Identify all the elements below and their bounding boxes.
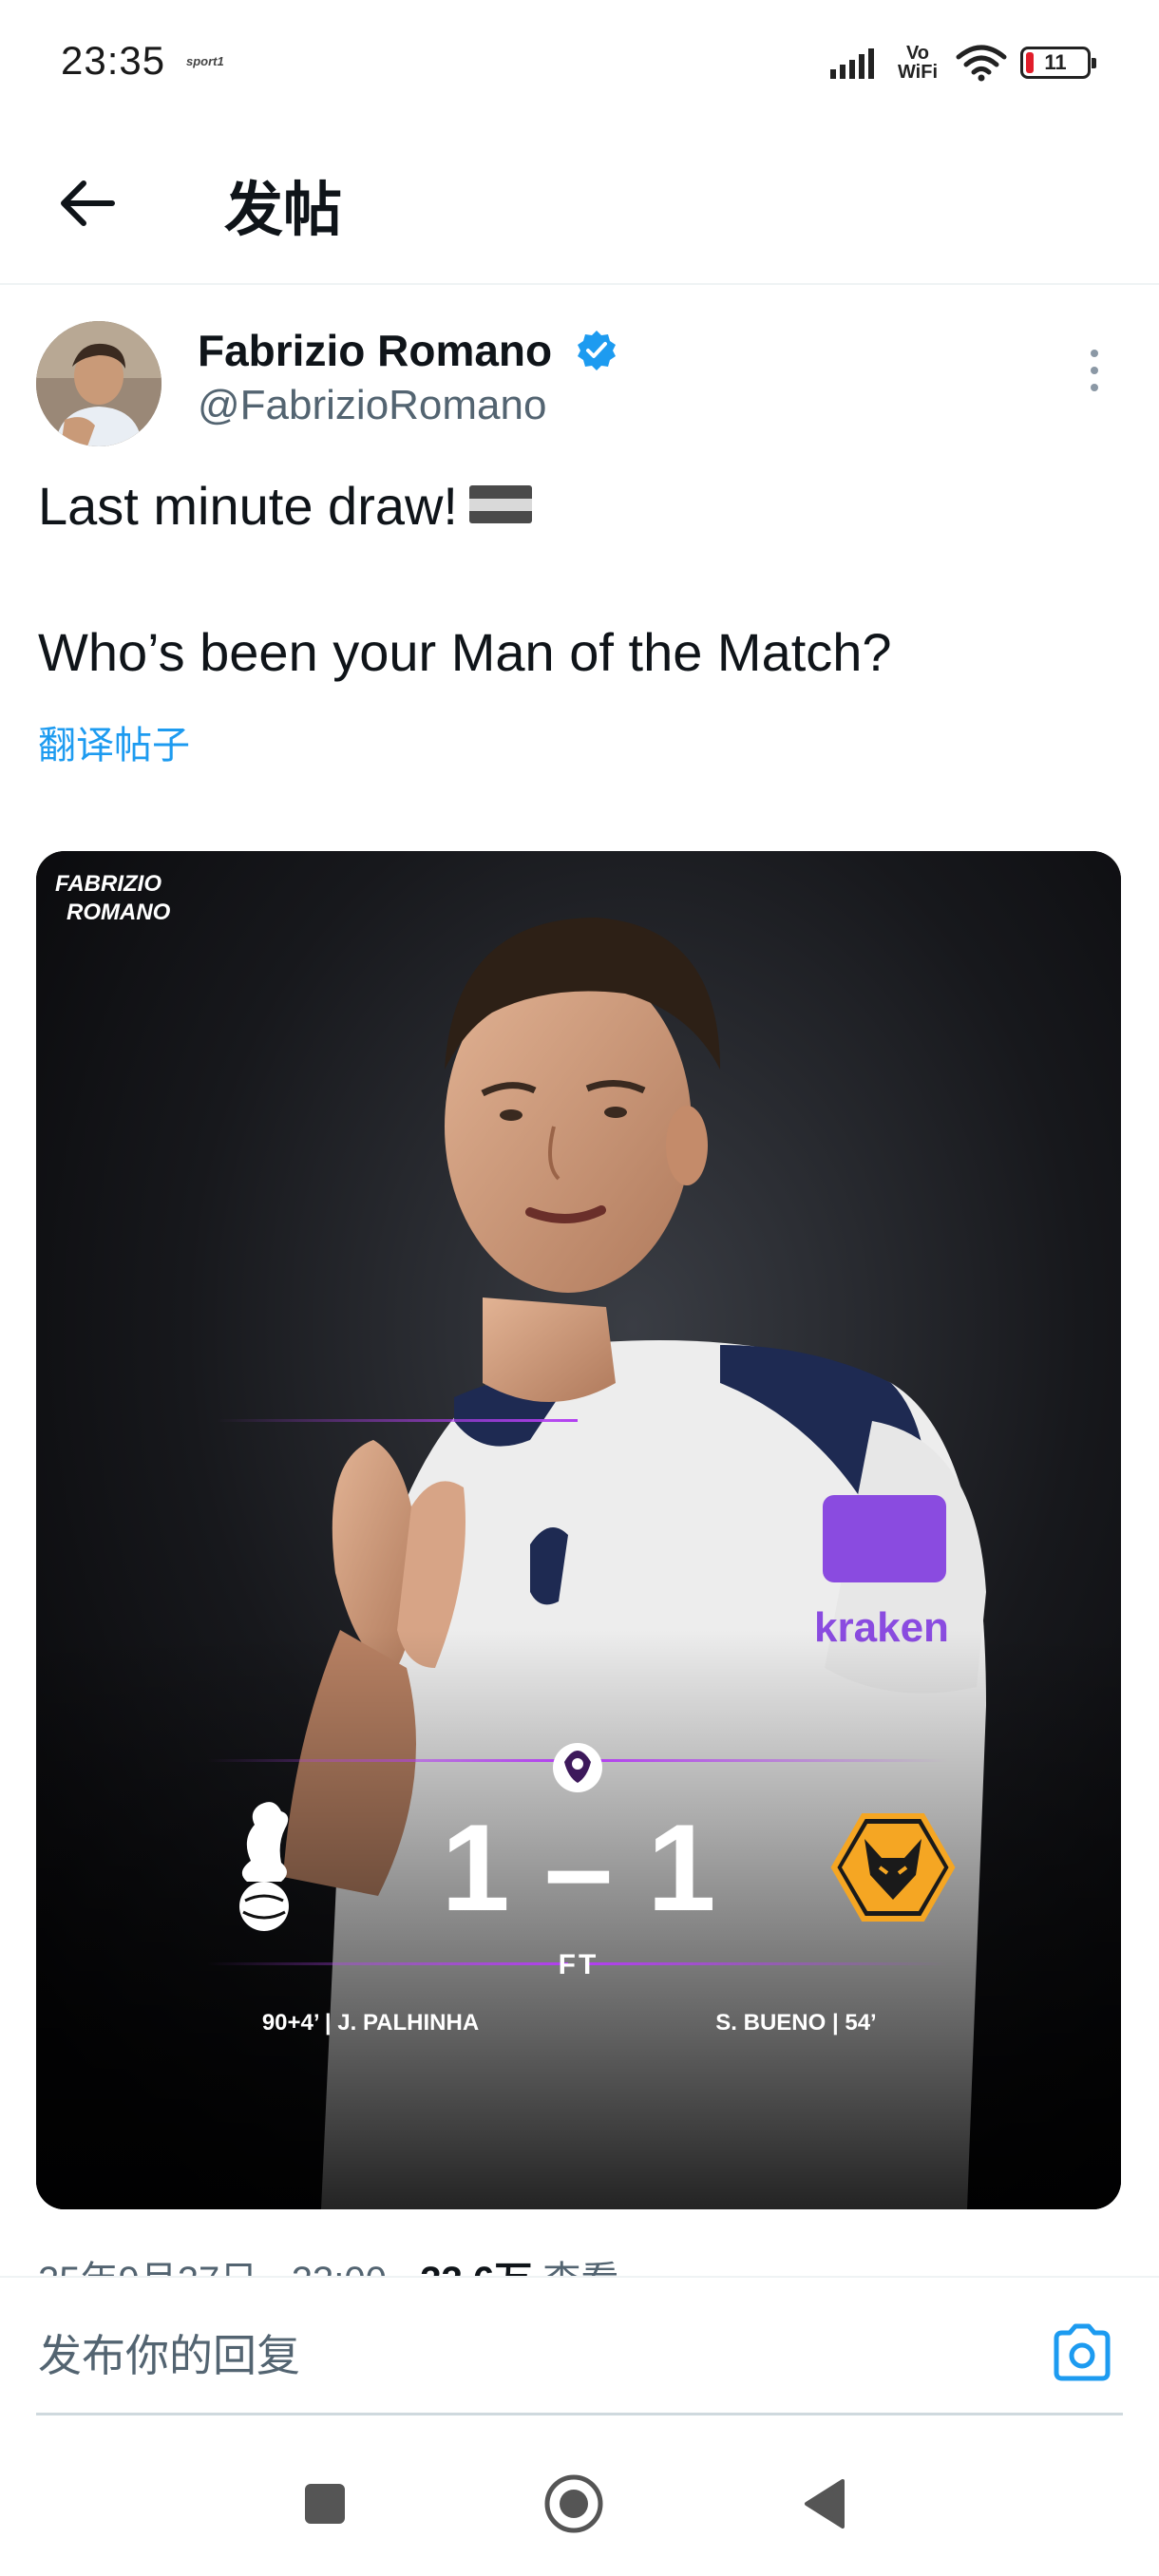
top-app-bar: 发帖 xyxy=(0,123,1159,285)
recents-square-icon xyxy=(305,2484,345,2524)
more-dot-icon xyxy=(1091,350,1098,357)
vowifi-label: Vo WiFi xyxy=(897,43,939,83)
back-nav-button[interactable] xyxy=(790,2470,859,2538)
premier-league-lion-icon xyxy=(553,1743,602,1792)
status-bar: 23:35 sport1 Vo WiFi 11 xyxy=(0,0,1159,123)
reply-underline xyxy=(36,2413,1123,2415)
home-button[interactable] xyxy=(540,2470,608,2538)
author-name[interactable]: Fabrizio Romano xyxy=(198,325,552,376)
back-triangle-icon xyxy=(805,2479,845,2529)
watermark-line-1: FABRIZIO xyxy=(55,871,162,897)
home-circle-icon xyxy=(544,2474,603,2533)
status-app-label: sport1 xyxy=(186,54,224,68)
more-options-button[interactable] xyxy=(1075,342,1113,399)
back-button[interactable] xyxy=(49,165,125,241)
cellular-signal-icon xyxy=(830,48,874,79)
author-avatar[interactable] xyxy=(36,321,162,446)
status-icons: Vo WiFi 11 xyxy=(830,34,1096,91)
status-time: 23:35 xyxy=(61,38,166,83)
flag-emoji-icon xyxy=(468,485,532,524)
wolves-crest-icon xyxy=(830,1813,956,1922)
screen: 23:35 sport1 Vo WiFi 11 发帖 Fabrizio Roma… xyxy=(0,0,1159,2576)
tweet-text-line-2: Who’s been your Man of the Match? xyxy=(38,622,892,682)
match-score: 1 – 1 xyxy=(441,1798,715,1937)
translate-post-link[interactable]: 翻译帖子 xyxy=(38,714,190,769)
match-status: FT xyxy=(559,1949,599,1980)
reply-bar: 发布你的回复 xyxy=(0,2276,1159,2428)
more-dot-icon xyxy=(1091,384,1098,391)
tweet-text: Last minute draw! xyxy=(38,476,458,536)
camera-icon xyxy=(1054,2323,1111,2381)
battery-level: 11 xyxy=(1044,50,1067,74)
system-nav-bar xyxy=(0,2428,1159,2576)
tweet-text-line-1: Last minute draw! xyxy=(38,475,532,537)
post-image[interactable]: kraken 1 – 1 FT 90+4’ | J. PALHINHA S. B… xyxy=(36,851,1121,2209)
reply-input[interactable]: 发布你的回复 xyxy=(38,2321,300,2384)
battery-indicator: 11 xyxy=(1020,47,1096,79)
verified-badge-icon xyxy=(578,331,616,370)
author-handle[interactable]: @FabrizioRomano xyxy=(198,382,546,429)
watermark-line-2: ROMANO xyxy=(66,900,171,925)
camera-button[interactable] xyxy=(1051,2323,1113,2390)
recents-button[interactable] xyxy=(291,2470,359,2538)
more-dot-icon xyxy=(1091,367,1098,374)
page-title: 发帖 xyxy=(224,178,343,243)
away-scorer: S. BUENO | 54’ xyxy=(715,2010,876,2036)
wifi-icon xyxy=(956,45,1007,82)
arrow-left-icon xyxy=(61,180,115,226)
home-scorer: 90+4’ | J. PALHINHA xyxy=(262,2010,479,2036)
